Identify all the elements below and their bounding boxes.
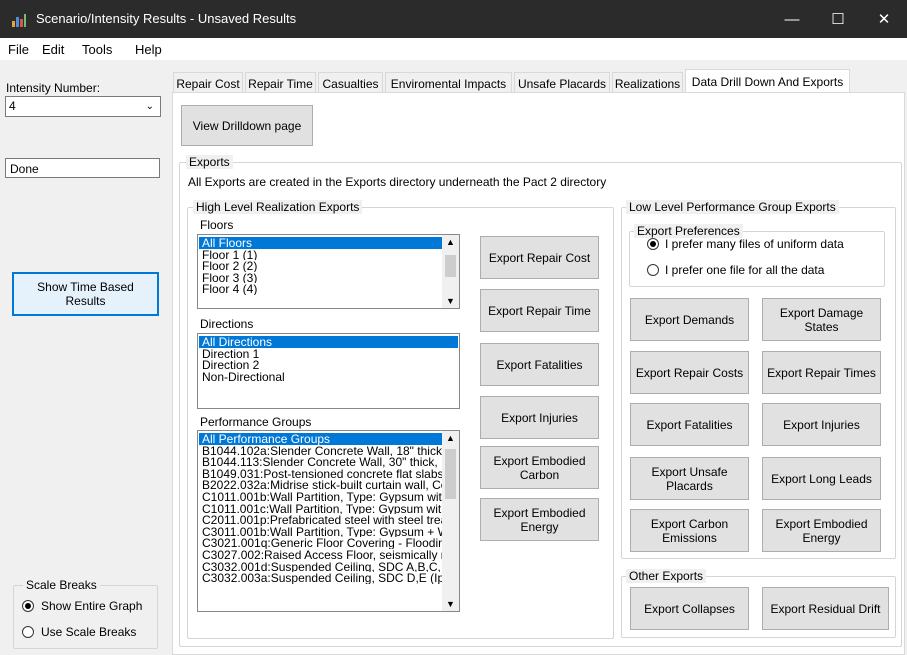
show-entire-graph-radio[interactable] [22, 600, 34, 612]
export-collapses-button[interactable]: Export Collapses [630, 587, 749, 630]
title-bar: Scenario/Intensity Results - Unsaved Res… [0, 0, 907, 38]
export-embodied-carbon-button[interactable]: Export Embodied Carbon [480, 446, 599, 489]
scroll-up-icon[interactable]: ▲ [446, 237, 455, 247]
menu-tools[interactable]: Tools [82, 42, 112, 57]
tab-unsafe-placards[interactable]: Unsafe Placards [514, 72, 610, 94]
tab-repair-cost[interactable]: Repair Cost [173, 72, 243, 94]
status-field[interactable]: Done [5, 158, 160, 178]
export-damage-states-button[interactable]: Export Damage States [762, 298, 881, 341]
high-level-exports-title: High Level Realization Exports [193, 200, 363, 214]
minimize-button[interactable]: — [769, 0, 815, 38]
performance-group-item[interactable]: C2011.001p:Prefabricated steel with stee… [199, 514, 442, 525]
export-embodied-energy-low-button[interactable]: Export Embodied Energy [762, 509, 881, 552]
menu-edit[interactable]: Edit [42, 42, 64, 57]
export-repair-costs-button[interactable]: Export Repair Costs [630, 351, 749, 394]
exports-title: Exports [186, 155, 233, 169]
tab-casualties[interactable]: Casualties [318, 72, 383, 94]
directions-listbox[interactable]: All Directions Direction 1 Direction 2 N… [197, 333, 460, 409]
export-residual-drift-button[interactable]: Export Residual Drift [762, 587, 889, 630]
export-demands-button[interactable]: Export Demands [630, 298, 749, 341]
export-unsafe-placards-button[interactable]: Export Unsafe Placards [630, 457, 749, 500]
performance-group-item[interactable]: B1049.031:Post-tensioned concrete flat s… [199, 468, 442, 479]
direction-item[interactable]: Non-Directional [199, 371, 458, 382]
scale-breaks-group [13, 585, 158, 649]
performance-group-item[interactable]: C3011.001b:Wall Partition, Type: Gypsum … [199, 526, 442, 537]
direction-item[interactable]: Direction 1 [199, 348, 458, 359]
pref-one-file-radio[interactable] [647, 264, 659, 276]
chevron-down-icon: ⌄ [145, 101, 154, 112]
performance-groups-label: Performance Groups [200, 415, 312, 429]
export-fatalities-low-button[interactable]: Export Fatalities [630, 403, 749, 446]
pref-many-files-radio[interactable] [647, 238, 659, 250]
direction-item[interactable]: Direction 2 [199, 359, 458, 370]
export-injuries-low-button[interactable]: Export Injuries [762, 403, 881, 446]
radio-dot-icon [25, 603, 31, 609]
export-fatalities-button[interactable]: Export Fatalities [480, 343, 599, 386]
export-repair-time-button[interactable]: Export Repair Time [480, 289, 599, 332]
floors-scrollbar[interactable]: ▲ ▼ [442, 235, 459, 308]
direction-item[interactable]: All Directions [199, 336, 458, 348]
performance-group-item[interactable]: C3032.001d:Suspended Ceiling, SDC A,B,C,… [199, 561, 442, 572]
scroll-thumb[interactable] [445, 449, 456, 499]
close-button[interactable]: ✕ [861, 0, 907, 38]
other-exports-title: Other Exports [626, 569, 707, 583]
menu-help[interactable]: Help [135, 42, 162, 57]
tab-enviromental-impacts[interactable]: Enviromental Impacts [385, 72, 512, 94]
performance-group-item[interactable]: B1044.113:Slender Concrete Wall, 30" thi… [199, 456, 442, 467]
performance-group-item[interactable]: C1011.001c:Wall Partition, Type: Gypsum … [199, 503, 442, 514]
floor-item[interactable]: Floor 4 (4) [199, 283, 442, 295]
export-carbon-emissions-button[interactable]: Export Carbon Emissions [630, 509, 749, 552]
intensity-label: Intensity Number: [6, 81, 101, 95]
show-entire-graph-label: Show Entire Graph [41, 599, 143, 613]
floor-item[interactable]: Floor 2 (2) [199, 260, 442, 271]
export-preferences-title: Export Preferences [634, 224, 743, 238]
floor-item[interactable]: All Floors [199, 237, 442, 249]
left-panel: Intensity Number: 4 ⌄ Done Show Time Bas… [0, 60, 172, 655]
scroll-down-icon[interactable]: ▼ [446, 599, 455, 609]
tab-repair-time[interactable]: Repair Time [245, 72, 316, 94]
tab-realizations[interactable]: Realizations [612, 72, 683, 94]
performance-group-item[interactable]: All Performance Groups [199, 433, 442, 445]
scroll-thumb[interactable] [445, 255, 456, 277]
radio-dot-icon [650, 241, 656, 247]
use-scale-breaks-label: Use Scale Breaks [41, 625, 137, 639]
performance-group-item[interactable]: C3027.002:Raised Access Floor, seismical… [199, 549, 442, 560]
tab-data-drill-down-and-exports[interactable]: Data Drill Down And Exports [685, 69, 850, 94]
show-time-based-results-button[interactable]: Show Time Based Results [12, 272, 159, 316]
floor-item[interactable]: Floor 3 (3) [199, 272, 442, 283]
menu-bar: File Edit Tools Help [0, 38, 907, 60]
performance-group-item[interactable]: B1044.102a:Slender Concrete Wall, 18" th… [199, 445, 442, 456]
intensity-value: 4 [9, 99, 16, 113]
export-injuries-button[interactable]: Export Injuries [480, 396, 599, 439]
export-embodied-energy-button[interactable]: Export Embodied Energy [480, 498, 599, 541]
performance-group-item[interactable]: C3021.001q:Generic Floor Covering - Floo… [199, 537, 442, 549]
scroll-up-icon[interactable]: ▲ [446, 433, 455, 443]
pref-one-file-label: I prefer one file for all the data [665, 263, 825, 277]
app-icon [12, 14, 26, 27]
export-repair-cost-button[interactable]: Export Repair Cost [480, 236, 599, 279]
floors-listbox[interactable]: All Floors Floor 1 (1) Floor 2 (2) Floor… [197, 234, 460, 309]
floors-label: Floors [200, 218, 234, 232]
pref-many-files-label: I prefer many files of uniform data [665, 237, 844, 251]
performance-groups-listbox[interactable]: All Performance Groups B1044.102a:Slende… [197, 430, 460, 612]
low-level-exports-title: Low Level Performance Group Exports [626, 200, 839, 214]
performance-groups-scrollbar[interactable]: ▲ ▼ [442, 431, 459, 611]
performance-group-item[interactable]: C3032.003a:Suspended Ceiling, SDC D,E (I… [199, 572, 442, 583]
performance-group-item[interactable]: C1011.001b:Wall Partition, Type: Gypsum … [199, 491, 442, 502]
directions-label: Directions [200, 317, 254, 331]
intensity-select[interactable]: 4 ⌄ [5, 96, 161, 117]
menu-file[interactable]: File [8, 42, 29, 57]
scale-breaks-title: Scale Breaks [23, 578, 100, 592]
export-repair-times-button[interactable]: Export Repair Times [762, 351, 881, 394]
window-title: Scenario/Intensity Results - Unsaved Res… [36, 11, 297, 26]
scroll-down-icon[interactable]: ▼ [446, 296, 455, 306]
performance-group-item[interactable]: B2022.032a:Midrise stick-built curtain w… [199, 479, 442, 491]
use-scale-breaks-radio[interactable] [22, 626, 34, 638]
floor-item[interactable]: Floor 1 (1) [199, 249, 442, 260]
exports-note: All Exports are created in the Exports d… [188, 175, 607, 189]
maximize-button[interactable]: ☐ [815, 0, 861, 38]
export-long-leads-button[interactable]: Export Long Leads [762, 457, 881, 500]
view-drilldown-button[interactable]: View Drilldown page [181, 105, 313, 146]
